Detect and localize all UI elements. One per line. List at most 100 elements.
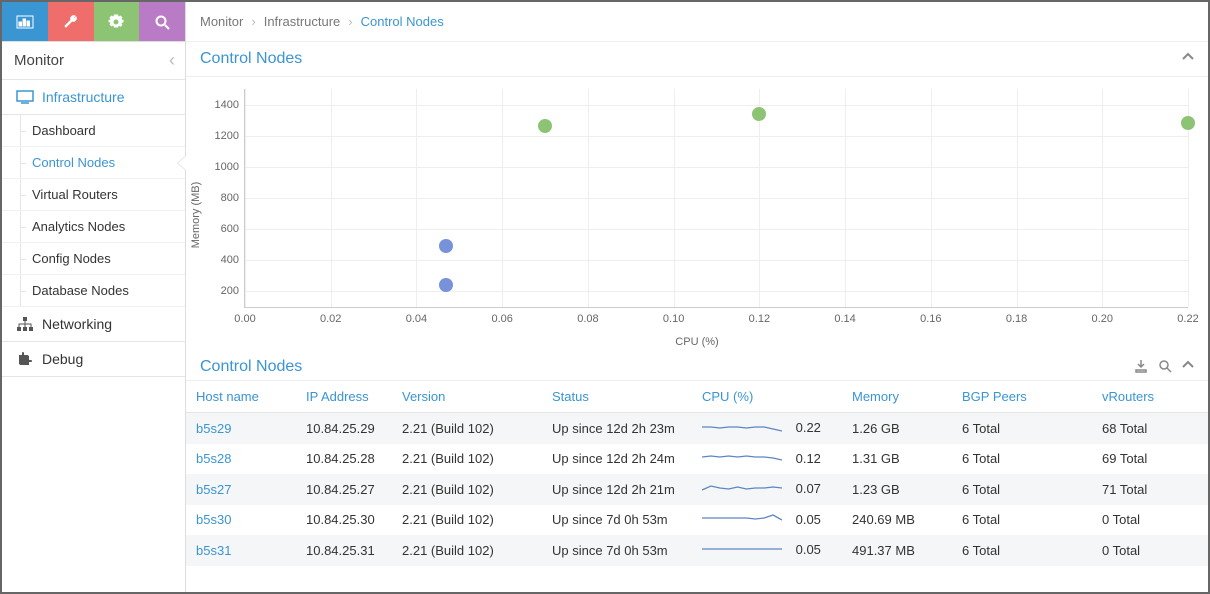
cell-hostname[interactable]: b5s28 xyxy=(186,444,296,475)
cell-ip: 10.84.25.28 xyxy=(296,444,392,475)
cell-bgp: 6 Total xyxy=(952,444,1092,475)
sub-virtual-routers[interactable]: Virtual Routers xyxy=(2,179,185,211)
sparkline-icon xyxy=(702,512,782,528)
nav-networking[interactable]: Networking xyxy=(2,307,185,342)
sub-control-nodes[interactable]: Control Nodes xyxy=(2,147,185,179)
table-row[interactable]: b5s3010.84.25.302.21 (Build 102)Up since… xyxy=(186,505,1208,536)
col-header-cpu[interactable]: CPU (%) xyxy=(692,381,842,413)
chevron-right-icon: › xyxy=(251,14,255,29)
x-tick: 0.04 xyxy=(406,307,427,325)
cell-hostname[interactable]: b5s27 xyxy=(186,474,296,505)
cell-memory: 1.26 GB xyxy=(842,413,952,444)
col-header-memory[interactable]: Memory xyxy=(842,381,952,413)
chart-point[interactable] xyxy=(538,119,552,133)
cell-status: Up since 7d 0h 53m xyxy=(542,505,692,536)
table-row[interactable]: b5s2910.84.25.292.21 (Build 102)Up since… xyxy=(186,413,1208,444)
y-tick: 1200 xyxy=(215,130,245,142)
x-tick: 0.00 xyxy=(234,307,255,325)
cell-memory: 1.31 GB xyxy=(842,444,952,475)
chart-point[interactable] xyxy=(439,278,453,292)
wrench-icon xyxy=(63,14,79,30)
cell-vrouters: 71 Total xyxy=(1092,474,1208,505)
chart-point[interactable] xyxy=(1181,116,1195,130)
cell-ip: 10.84.25.27 xyxy=(296,474,392,505)
table-tools xyxy=(1134,359,1194,376)
table-row[interactable]: b5s2710.84.25.272.21 (Build 102)Up since… xyxy=(186,474,1208,505)
col-header-version[interactable]: Version xyxy=(392,381,542,413)
breadcrumb-current: Control Nodes xyxy=(361,14,444,29)
bar-chart-icon xyxy=(16,15,34,29)
scatter-panel-header: Control Nodes xyxy=(186,42,1208,77)
col-header-status[interactable]: Status xyxy=(542,381,692,413)
cell-hostname[interactable]: b5s30 xyxy=(186,505,296,536)
cell-bgp: 6 Total xyxy=(952,474,1092,505)
section-label: Monitor xyxy=(14,52,64,69)
collapse-sidebar-icon[interactable]: ‹ xyxy=(169,50,175,71)
collapse-table-button[interactable] xyxy=(1182,359,1194,376)
cell-bgp: 6 Total xyxy=(952,413,1092,444)
cell-status: Up since 12d 2h 23m xyxy=(542,413,692,444)
cell-hostname[interactable]: b5s29 xyxy=(186,413,296,444)
cell-hostname[interactable]: b5s31 xyxy=(186,535,296,566)
breadcrumb-item[interactable]: Monitor xyxy=(200,14,243,29)
collapse-panel-button[interactable] xyxy=(1182,50,1194,68)
cell-vrouters: 0 Total xyxy=(1092,535,1208,566)
cell-status: Up since 12d 2h 24m xyxy=(542,444,692,475)
table-row[interactable]: b5s2810.84.25.282.21 (Build 102)Up since… xyxy=(186,444,1208,475)
cell-cpu: 0.12 xyxy=(692,444,842,475)
x-tick: 0.16 xyxy=(920,307,941,325)
breadcrumb-item[interactable]: Infrastructure xyxy=(264,14,341,29)
nav-label: Infrastructure xyxy=(42,89,124,105)
cell-ip: 10.84.25.30 xyxy=(296,505,392,536)
search-table-button[interactable] xyxy=(1158,359,1172,376)
x-tick: 0.18 xyxy=(1006,307,1027,325)
cell-status: Up since 7d 0h 53m xyxy=(542,535,692,566)
nodes-table: Host name IP Address Version Status CPU … xyxy=(186,381,1208,566)
y-tick: 400 xyxy=(221,254,245,266)
sparkline-icon xyxy=(702,482,782,498)
sparkline-icon xyxy=(702,421,782,437)
monitor-mode-button[interactable] xyxy=(2,2,48,41)
cell-memory: 240.69 MB xyxy=(842,505,952,536)
chevron-up-icon xyxy=(1182,51,1194,63)
infra-sub-items: Dashboard Control Nodes Virtual Routers … xyxy=(2,115,185,307)
cell-vrouters: 0 Total xyxy=(1092,505,1208,536)
section-header[interactable]: Monitor ‹ xyxy=(2,42,185,80)
x-tick: 0.06 xyxy=(491,307,512,325)
x-tick: 0.02 xyxy=(320,307,341,325)
settings-mode-button[interactable] xyxy=(94,2,140,41)
x-tick: 0.22 xyxy=(1177,307,1198,325)
chart-point[interactable] xyxy=(752,107,766,121)
col-header-vrouters[interactable]: vRouters xyxy=(1092,381,1208,413)
main: Monitor › Infrastructure › Control Nodes… xyxy=(186,2,1208,592)
cell-status: Up since 12d 2h 21m xyxy=(542,474,692,505)
search-icon xyxy=(1158,359,1172,373)
sub-analytics-nodes[interactable]: Analytics Nodes xyxy=(2,211,185,243)
sub-database-nodes[interactable]: Database Nodes xyxy=(2,275,185,307)
x-tick: 0.10 xyxy=(663,307,684,325)
cell-version: 2.21 (Build 102) xyxy=(392,535,542,566)
cell-version: 2.21 (Build 102) xyxy=(392,505,542,536)
query-mode-button[interactable] xyxy=(139,2,185,41)
download-icon xyxy=(1134,359,1148,373)
cell-version: 2.21 (Build 102) xyxy=(392,474,542,505)
sub-dashboard[interactable]: Dashboard xyxy=(2,115,185,147)
sparkline-icon xyxy=(702,451,782,467)
nav-debug[interactable]: Debug xyxy=(2,342,185,377)
y-tick: 1000 xyxy=(215,161,245,173)
cell-vrouters: 69 Total xyxy=(1092,444,1208,475)
table-row[interactable]: b5s3110.84.25.312.21 (Build 102)Up since… xyxy=(186,535,1208,566)
col-header-hostname[interactable]: Host name xyxy=(186,381,296,413)
nav-infrastructure[interactable]: Infrastructure xyxy=(2,80,185,115)
y-tick: 600 xyxy=(221,223,245,235)
col-header-bgp[interactable]: BGP Peers xyxy=(952,381,1092,413)
cell-cpu: 0.05 xyxy=(692,505,842,536)
configure-mode-button[interactable] xyxy=(48,2,94,41)
table-header-row: Host name IP Address Version Status CPU … xyxy=(186,381,1208,413)
download-button[interactable] xyxy=(1134,359,1148,376)
panel-title: Control Nodes xyxy=(200,50,302,68)
chart-point[interactable] xyxy=(439,239,453,253)
chart-y-label: Memory (MB) xyxy=(190,181,202,248)
sub-config-nodes[interactable]: Config Nodes xyxy=(2,243,185,275)
col-header-ip[interactable]: IP Address xyxy=(296,381,392,413)
